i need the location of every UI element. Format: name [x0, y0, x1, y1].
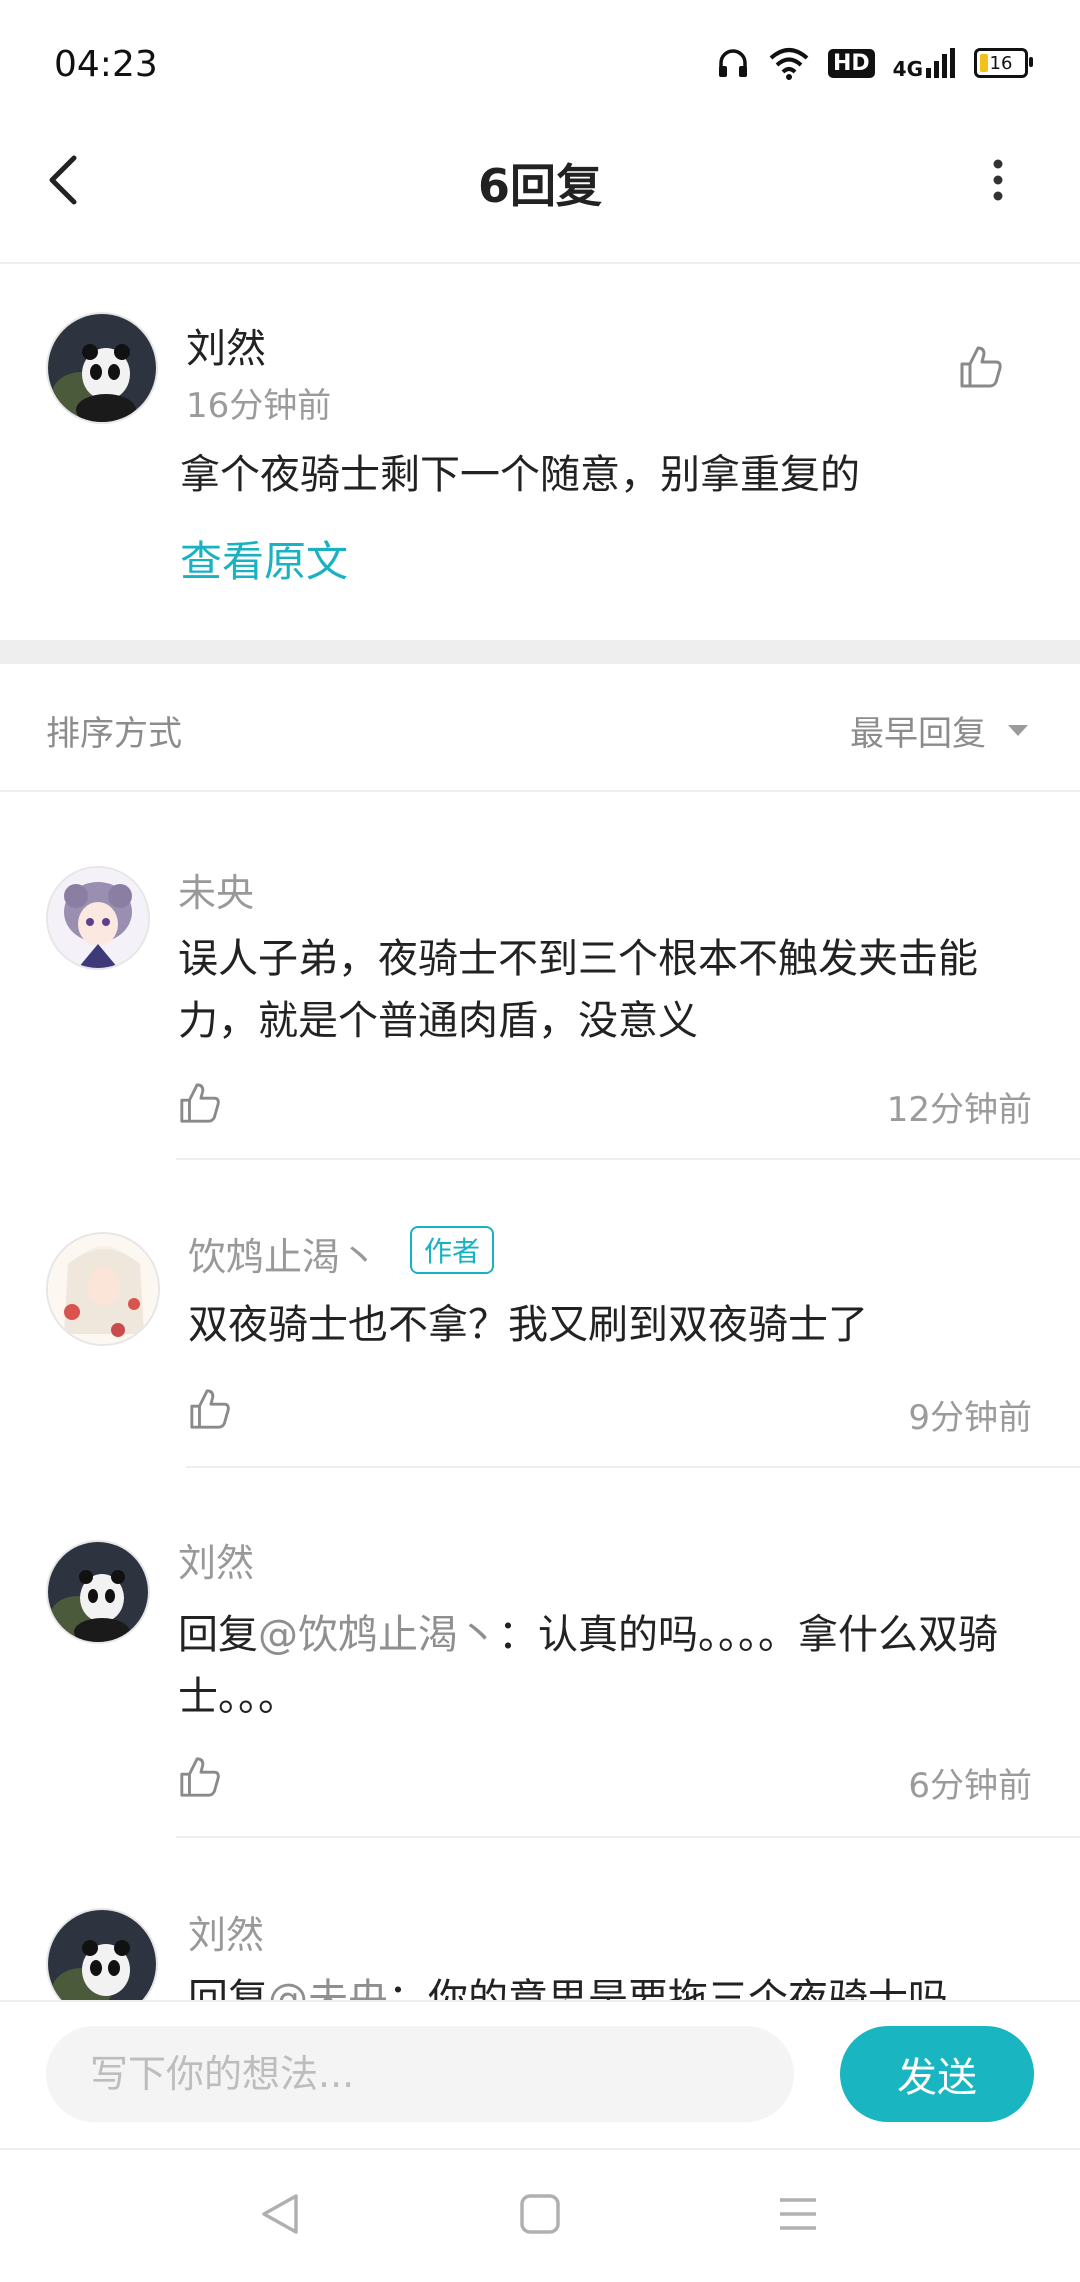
sort-label: 排序方式 — [46, 714, 182, 754]
signal-icon: 4G — [892, 48, 956, 81]
reply-time: 6分钟前 — [908, 1766, 1032, 1806]
status-time: 04:23 — [54, 44, 158, 85]
reply-content: 双夜骑士也不拿？我又刷到双夜骑士了 — [188, 1302, 868, 1348]
comment-input[interactable] — [46, 2026, 794, 2122]
reply-content: 回复@饮鸩止渴丶：认真的吗。。。。拿什么双骑士。。。 — [178, 1604, 1038, 1728]
send-button[interactable]: 发送 — [840, 2026, 1034, 2122]
panda-avatar-image — [48, 314, 156, 422]
reply-author-name[interactable]: 刘然 — [188, 1904, 264, 1959]
post-author-avatar[interactable] — [46, 312, 158, 424]
reply-content: 误人子弟，夜骑士不到三个根本不触发夹击能力，就是个普通肉盾，没意义 — [178, 936, 978, 1044]
like-icon[interactable] — [178, 1754, 222, 1800]
sort-divider — [0, 790, 1080, 792]
like-icon[interactable] — [188, 1386, 232, 1432]
reply-avatar[interactable] — [46, 1232, 160, 1346]
battery-level: 16 — [989, 52, 1013, 74]
battery-icon: 16 — [974, 48, 1033, 78]
wifi-icon — [769, 48, 809, 80]
reply-author-name[interactable]: 饮鸩止渴丶 — [188, 1226, 378, 1281]
nav-menu-icon[interactable] — [778, 2196, 818, 2232]
reply-time: 9分钟前 — [908, 1398, 1032, 1438]
reply-author-name[interactable]: 未央 — [178, 862, 254, 917]
anime-avatar-image — [48, 868, 148, 968]
post-content: 拿个夜骑士剩下一个随意，别拿重复的 — [180, 452, 860, 498]
page-title: 6回复 — [477, 159, 602, 213]
illustration-avatar-image — [48, 1234, 158, 1344]
reply-prefix: 回复 — [178, 1612, 258, 1658]
nav-home-icon[interactable] — [518, 2192, 562, 2236]
post-time: 16分钟前 — [186, 386, 332, 426]
reply-divider — [186, 1466, 1080, 1468]
reply-divider — [176, 1158, 1080, 1160]
view-original-link[interactable]: 查看原文 — [180, 528, 348, 589]
post-author-name[interactable]: 刘然 — [186, 316, 266, 374]
reply-divider — [176, 1836, 1080, 1838]
like-icon[interactable] — [178, 1080, 222, 1126]
mention-link[interactable]: @饮鸩止渴丶 — [258, 1612, 498, 1658]
status-icons: HD 4G 16 — [716, 46, 1033, 81]
hd-badge: HD — [827, 48, 875, 78]
headphones-icon — [718, 49, 747, 77]
reply-author-name[interactable]: 刘然 — [178, 1532, 254, 1587]
header-divider — [0, 262, 1080, 264]
author-badge: 作者 — [410, 1226, 495, 1274]
reply-time: 12分钟前 — [886, 1090, 1032, 1130]
nav-back-icon[interactable] — [258, 2190, 302, 2238]
panda-avatar-image — [48, 1542, 148, 1642]
like-icon[interactable] — [958, 344, 1004, 390]
reply-avatar[interactable] — [46, 1540, 150, 1644]
network-type: 4G — [892, 57, 923, 81]
section-separator — [0, 640, 1080, 664]
more-icon[interactable] — [978, 156, 1018, 204]
signal-bars-icon — [926, 48, 955, 78]
sort-caret-icon[interactable] — [1006, 722, 1030, 738]
reply-avatar[interactable] — [46, 866, 150, 970]
sort-dropdown[interactable]: 最早回复 — [850, 706, 986, 755]
